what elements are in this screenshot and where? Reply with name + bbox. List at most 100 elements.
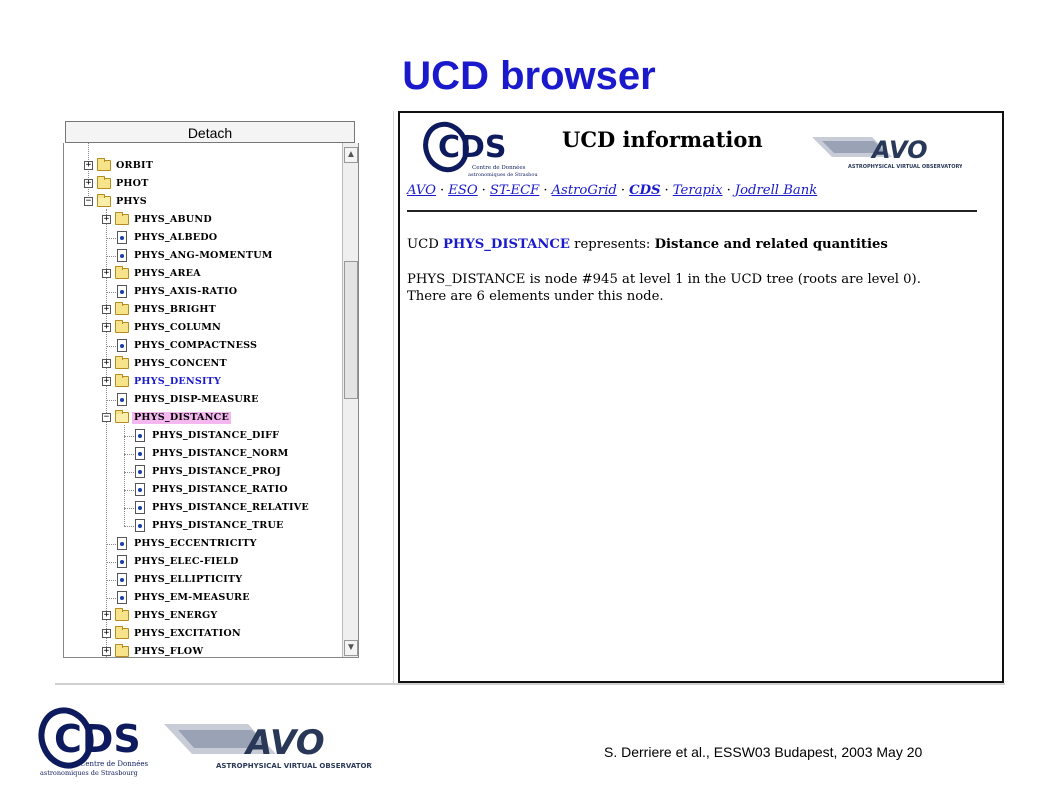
tree-item[interactable]: + PHOT	[64, 175, 342, 193]
folder-icon	[115, 320, 129, 333]
tree-item[interactable]: PHYS_DISTANCE_RATIO	[64, 481, 342, 499]
expand-icon[interactable]: +	[102, 305, 111, 314]
expand-icon[interactable]: +	[102, 611, 111, 620]
document-icon	[117, 573, 127, 586]
tree-item[interactable]: PHYS_ANG-MOMENTUM	[64, 247, 342, 265]
scroll-down-arrow-icon[interactable]: ▼	[344, 640, 358, 656]
tree-item-label: PHYS_DISTANCE_RELATIVE	[152, 502, 309, 513]
folder-icon	[115, 374, 129, 387]
tree-item[interactable]: + PHYS_BRIGHT	[64, 301, 342, 319]
expand-icon[interactable]: +	[102, 269, 111, 278]
document-icon	[117, 285, 127, 298]
tree-connector-line	[106, 256, 116, 257]
link-terapix[interactable]: Terapix	[673, 183, 723, 198]
expand-icon[interactable]: +	[102, 359, 111, 368]
tree-item[interactable]: PHYS_DISTANCE_RELATIVE	[64, 499, 342, 517]
ucd-name: PHYS_DISTANCE	[442, 237, 570, 252]
tree-item[interactable]: + ORBIT	[64, 157, 342, 175]
panel-divider	[393, 111, 394, 683]
tree-item[interactable]: PHYS_DISP-MEASURE	[64, 391, 342, 409]
link-jodrell-bank[interactable]: Jodrell Bank	[735, 183, 817, 198]
tree-item-label: PHYS_COMPACTNESS	[134, 340, 258, 351]
tree-item[interactable]: PHYS_AXIS-RATIO	[64, 283, 342, 301]
expand-icon[interactable]: +	[102, 215, 111, 224]
document-icon	[117, 393, 127, 406]
avo-logo-line1: ASTROPHYSICAL VIRTUAL OBSERVATORY	[848, 164, 962, 170]
footer-cds-letters: CDS	[54, 717, 141, 761]
ucd-info-panel: CDS Centre de Données astronomiques de S…	[398, 111, 1004, 683]
link-avo[interactable]: AVO	[407, 183, 436, 198]
tree-item[interactable]: + PHYS_DENSITY	[64, 373, 342, 391]
tree-item-label: PHYS_AXIS-RATIO	[134, 286, 238, 297]
tree-connector-line	[106, 400, 116, 401]
avo-logo: AVO ASTROPHYSICAL VIRTUAL OBSERVATORY	[812, 136, 962, 170]
document-icon	[117, 591, 127, 604]
tree-connector-line	[124, 436, 134, 437]
tree-item[interactable]: PHYS_DISTANCE_PROJ	[64, 463, 342, 481]
expand-icon[interactable]: +	[102, 629, 111, 638]
expand-icon[interactable]: +	[102, 323, 111, 332]
tree-item[interactable]: PHYS_DISTANCE_NORM	[64, 445, 342, 463]
tree-item-label: PHYS_DISTANCE	[132, 412, 231, 424]
scrollbar-thumb[interactable]	[344, 261, 358, 399]
folder-icon	[115, 626, 129, 639]
tree-item[interactable]: PHYS_ECCENTRICITY	[64, 535, 342, 553]
tree-item-label: PHYS_DISP-MEASURE	[134, 394, 259, 405]
link-st-ecf[interactable]: ST-ECF	[490, 183, 539, 198]
tree-item[interactable]: PHYS_ELEC-FIELD	[64, 553, 342, 571]
tree-item-label: PHYS_ELLIPTICITY	[134, 574, 243, 585]
tree-item-label: PHYS	[116, 196, 147, 207]
tree-item[interactable]: PHYS_ELLIPTICITY	[64, 571, 342, 589]
tree-item[interactable]: PHYS_DISTANCE_TRUE	[64, 517, 342, 535]
tree-item-label: PHYS_DISTANCE_TRUE	[152, 520, 284, 531]
folder-open-icon	[97, 194, 111, 207]
link-astrogrid[interactable]: AstroGrid	[552, 183, 617, 198]
tree-item-label: PHYS_ENERGY	[134, 610, 218, 621]
tree-item[interactable]: + PHYS_AREA	[64, 265, 342, 283]
tree-item[interactable]: PHYS_COMPACTNESS	[64, 337, 342, 355]
link-separator: ·	[439, 183, 445, 198]
tree-item-label: PHYS_BRIGHT	[134, 304, 217, 315]
ucd-elements-line: There are 6 elements under this node.	[407, 289, 664, 304]
tree-item[interactable]: − PHYS_DISTANCE	[64, 409, 342, 427]
tree-item[interactable]: − PHYS	[64, 193, 342, 211]
detach-button[interactable]: Detach	[65, 121, 355, 143]
tree-connector-line	[106, 598, 116, 599]
ucd-tree-panel: + ORBIT + PHOT − PHYS + PHYS_ABUND PHYS_ALBEDO PH…	[63, 143, 359, 658]
tree-item-label: PHYS_ECCENTRICITY	[134, 538, 257, 549]
tree-item[interactable]: + PHYS_EXCITATION	[64, 625, 342, 643]
tree-item[interactable]: + PHYS_ABUND	[64, 211, 342, 229]
tree-item[interactable]: PHYS_DISTANCE_DIFF	[64, 427, 342, 445]
collapse-icon[interactable]: −	[102, 413, 111, 422]
tree-item-label: PHYS_AREA	[134, 268, 201, 279]
tree-item[interactable]: + PHYS_FLOW	[64, 643, 342, 657]
expand-icon[interactable]: +	[84, 179, 93, 188]
expand-icon[interactable]: +	[102, 377, 111, 386]
footer-cds-logo: CDS Centre de Données astronomiques de S…	[38, 707, 149, 777]
expand-icon[interactable]: +	[102, 647, 111, 656]
cds-logo-line1: Centre de Données	[472, 164, 526, 171]
tree-item-label: PHYS_ELEC-FIELD	[134, 556, 239, 567]
folder-icon	[115, 356, 129, 369]
ucd-description: Distance and related quantities	[654, 237, 888, 252]
tree-item[interactable]: + PHYS_COLUMN	[64, 319, 342, 337]
tree-connector-line	[124, 526, 134, 527]
link-eso[interactable]: ESO	[448, 183, 477, 198]
tree-item[interactable]: + PHYS_CONCENT	[64, 355, 342, 373]
ucd-node-line: PHYS_DISTANCE is node #945 at level 1 in…	[407, 272, 921, 287]
scroll-up-arrow-icon[interactable]: ▲	[344, 147, 358, 163]
tree-item[interactable]: PHYS_ALBEDO	[64, 229, 342, 247]
folder-icon	[97, 158, 111, 171]
collapse-icon[interactable]: −	[84, 197, 93, 206]
link-separator: ·	[620, 183, 626, 198]
tree-item[interactable]: PHYS_EM-MEASURE	[64, 589, 342, 607]
link-cds[interactable]: CDS	[629, 183, 660, 198]
expand-icon[interactable]: +	[84, 161, 93, 170]
tree-scrollbar[interactable]: ▲ ▼	[342, 143, 358, 657]
folder-icon	[115, 608, 129, 621]
document-icon	[117, 231, 127, 244]
document-icon	[135, 429, 145, 442]
tree-item[interactable]: + PHYS_ENERGY	[64, 607, 342, 625]
cds-logo-line2: astronomiques de Strasbourg	[468, 172, 538, 178]
link-separator: ·	[726, 183, 731, 198]
